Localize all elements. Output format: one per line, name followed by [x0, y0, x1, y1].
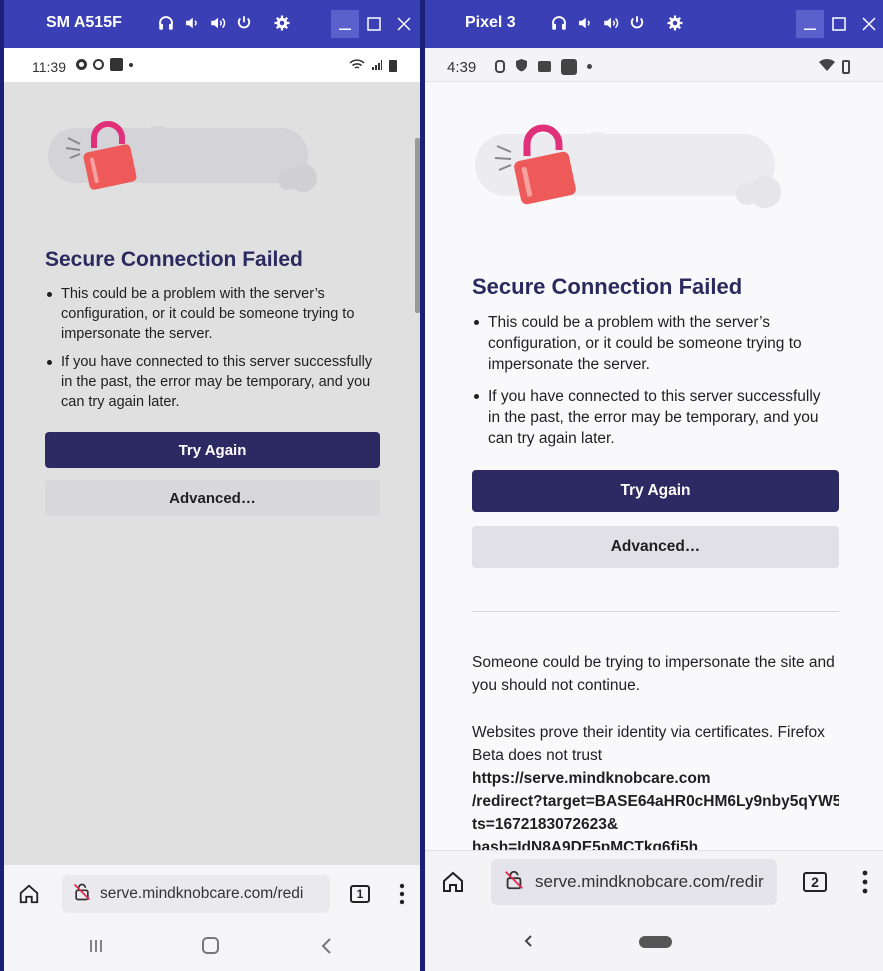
- status-bar: 4:39: [425, 48, 883, 82]
- account-box-icon: [561, 58, 577, 75]
- puzzle-icon: [110, 58, 123, 71]
- home-icon[interactable]: [441, 870, 465, 899]
- error-page: Secure Connection Failed This could be a…: [425, 82, 883, 856]
- wifi-icon: [818, 58, 836, 75]
- cake-icon: [538, 61, 551, 72]
- error-bullet-1: This could be a problem with the server’…: [45, 284, 375, 344]
- error-bullet-1: This could be a problem with the server’…: [472, 312, 832, 375]
- home-pill[interactable]: [639, 936, 672, 948]
- url-field[interactable]: serve.mindknobcare.com/redi: [62, 875, 330, 913]
- url-line: /redirect?target=BASE64aHR0cHM6Ly9nby5qY…: [472, 793, 839, 810]
- url-text: serve.mindknobcare.com/redi: [100, 885, 304, 902]
- settings-gear-icon[interactable]: [272, 12, 292, 34]
- certificate-explanation-text: Websites prove their identity via certif…: [472, 724, 825, 764]
- error-page: Secure Connection Failed This could be a…: [4, 82, 420, 864]
- status-time: 4:39: [447, 59, 477, 76]
- signal-icon: [371, 58, 383, 74]
- headphones-icon[interactable]: [156, 12, 176, 34]
- status-time: 11:39: [32, 59, 66, 75]
- error-bullet-2: If you have connected to this server suc…: [45, 352, 375, 412]
- advanced-button[interactable]: Advanced…: [45, 480, 380, 516]
- device-name: Pixel 3: [465, 14, 516, 31]
- recent-apps-icon[interactable]: [88, 938, 104, 959]
- notification-dot-icon: [587, 64, 592, 69]
- emulator-titlebar: SM A515F: [4, 0, 420, 48]
- tab-counter[interactable]: 1: [350, 885, 370, 903]
- untrusted-url-text: https://serve.mindknobcare.com /redirect…: [472, 767, 839, 859]
- sync-icon: [76, 59, 87, 70]
- close-button[interactable]: [390, 10, 418, 38]
- wifi-icon: [349, 58, 365, 74]
- scrollbar[interactable]: [415, 138, 420, 313]
- home-nav-icon[interactable]: [202, 937, 219, 954]
- maximize-button[interactable]: [825, 10, 853, 38]
- shield-icon: [515, 58, 528, 75]
- volume-down-icon[interactable]: [182, 12, 202, 34]
- menu-icon[interactable]: [862, 870, 868, 899]
- debug-icon: [495, 60, 505, 73]
- insecure-lock-icon: [72, 882, 92, 907]
- back-nav-icon[interactable]: [320, 937, 332, 960]
- android-nav-bar: [4, 924, 420, 971]
- volume-down-icon[interactable]: [575, 12, 595, 34]
- emulator-window-right: Pixel 3 4:39 Secure Connection Failed Th…: [425, 0, 883, 971]
- try-again-button[interactable]: Try Again: [45, 432, 380, 468]
- headphones-icon[interactable]: [549, 12, 569, 34]
- emulator-window-left: SM A515F 11:39 Secure Connection Failed …: [4, 0, 420, 971]
- error-title: Secure Connection Failed: [45, 248, 303, 271]
- advanced-button[interactable]: Advanced…: [472, 526, 839, 568]
- url-toolbar: serve.mindknobcare.com/redir 2: [425, 850, 883, 914]
- url-text: serve.mindknobcare.com/redir: [535, 872, 764, 891]
- broken-lock-illustration: [48, 118, 328, 203]
- error-bullet-2: If you have connected to this server suc…: [472, 386, 832, 449]
- minimize-button[interactable]: [331, 10, 359, 38]
- advanced-warning-text: Someone could be trying to impersonate t…: [472, 654, 835, 694]
- menu-icon[interactable]: [399, 883, 405, 910]
- volume-up-icon[interactable]: [208, 12, 228, 34]
- power-icon[interactable]: [234, 12, 254, 34]
- url-field[interactable]: serve.mindknobcare.com/redir: [491, 859, 777, 905]
- battery-icon: [389, 60, 397, 72]
- settings-gear-icon[interactable]: [665, 12, 685, 34]
- broken-lock-illustration: [475, 122, 805, 217]
- maximize-button[interactable]: [360, 10, 388, 38]
- insecure-lock-icon: [503, 869, 525, 896]
- error-title: Secure Connection Failed: [472, 274, 743, 299]
- minimize-button[interactable]: [796, 10, 824, 38]
- battery-icon: [842, 59, 850, 74]
- tab-counter[interactable]: 2: [803, 872, 827, 892]
- url-toolbar: serve.mindknobcare.com/redi 1: [4, 864, 420, 924]
- back-nav-icon[interactable]: [523, 934, 533, 953]
- volume-up-icon[interactable]: [601, 12, 621, 34]
- home-icon[interactable]: [18, 883, 40, 910]
- close-button[interactable]: [855, 10, 883, 38]
- target-icon: [93, 59, 104, 70]
- emulator-titlebar: Pixel 3: [425, 0, 883, 48]
- try-again-button[interactable]: Try Again: [472, 470, 839, 512]
- power-icon[interactable]: [627, 12, 647, 34]
- url-line: https://serve.mindknobcare.com: [472, 770, 711, 787]
- device-name: SM A515F: [46, 14, 122, 31]
- notification-dot-icon: [129, 62, 133, 67]
- status-bar: 11:39: [4, 48, 420, 82]
- divider: [472, 611, 839, 612]
- android-nav-bar: [425, 914, 883, 971]
- url-line: ts=1672183072623&: [472, 816, 619, 833]
